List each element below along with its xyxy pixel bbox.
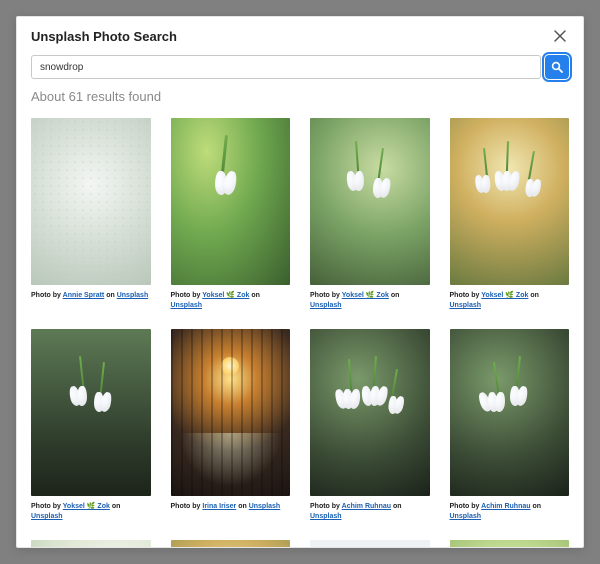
result-thumbnail[interactable] bbox=[310, 118, 430, 285]
source-link[interactable]: Unsplash bbox=[31, 513, 63, 520]
source-link[interactable]: Unsplash bbox=[171, 302, 203, 309]
credit-on: on bbox=[391, 503, 402, 510]
results-grid: Photo by Annie Spratt on UnsplashPhoto b… bbox=[31, 118, 569, 547]
credit-prefix: Photo by bbox=[171, 503, 203, 510]
credit-prefix: Photo by bbox=[310, 292, 342, 299]
author-link[interactable]: Irina Iriser bbox=[202, 503, 236, 510]
result-card bbox=[171, 540, 291, 547]
credit-on: on bbox=[104, 292, 116, 299]
close-icon bbox=[553, 29, 567, 43]
result-card: Photo by Yoksel 🌿 Zok on Unsplash bbox=[171, 118, 291, 311]
result-thumbnail[interactable] bbox=[171, 329, 291, 496]
results-scroll[interactable]: About 61 results found Photo by Annie Sp… bbox=[17, 89, 583, 547]
author-link[interactable]: Annie Spratt bbox=[63, 292, 105, 299]
result-card bbox=[31, 540, 151, 547]
result-card: Photo by Yoksel 🌿 Zok on Unsplash bbox=[450, 118, 570, 311]
source-link[interactable]: Unsplash bbox=[450, 302, 482, 309]
credit-on: on bbox=[236, 503, 248, 510]
result-thumbnail[interactable] bbox=[450, 540, 570, 547]
dialog-title: Unsplash Photo Search bbox=[31, 29, 177, 44]
credit-prefix: Photo by bbox=[450, 292, 482, 299]
results-heading: About 61 results found bbox=[31, 89, 569, 104]
search-row bbox=[17, 51, 583, 89]
result-thumbnail[interactable] bbox=[31, 540, 151, 547]
search-button[interactable] bbox=[545, 55, 569, 79]
credit-on: on bbox=[249, 292, 260, 299]
result-card: Photo by Irina Iriser on Unsplash bbox=[171, 329, 291, 522]
source-link[interactable]: Unsplash bbox=[450, 513, 482, 520]
photo-search-dialog: Unsplash Photo Search About 61 results f… bbox=[16, 16, 584, 548]
source-link[interactable]: Unsplash bbox=[249, 503, 281, 510]
search-input[interactable] bbox=[31, 55, 541, 79]
result-thumbnail[interactable] bbox=[171, 118, 291, 285]
author-link[interactable]: Achim Ruhnau bbox=[481, 503, 530, 510]
photo-credit: Photo by Yoksel 🌿 Zok on Unsplash bbox=[310, 291, 430, 311]
photo-credit: Photo by Yoksel 🌿 Zok on Unsplash bbox=[171, 291, 291, 311]
author-link[interactable]: Yoksel 🌿 Zok bbox=[202, 292, 249, 299]
credit-on: on bbox=[110, 503, 121, 510]
photo-credit: Photo by Yoksel 🌿 Zok on Unsplash bbox=[31, 502, 151, 522]
result-thumbnail[interactable] bbox=[310, 540, 430, 547]
author-link[interactable]: Yoksel 🌿 Zok bbox=[342, 292, 389, 299]
credit-prefix: Photo by bbox=[310, 503, 342, 510]
source-link[interactable]: Unsplash bbox=[117, 292, 149, 299]
result-card: Photo by Yoksel 🌿 Zok on Unsplash bbox=[31, 329, 151, 522]
dialog-header: Unsplash Photo Search bbox=[17, 17, 583, 51]
source-link[interactable]: Unsplash bbox=[310, 302, 342, 309]
result-card: Photo by Annie Spratt on Unsplash bbox=[31, 118, 151, 311]
close-button[interactable] bbox=[551, 27, 569, 45]
result-thumbnail[interactable] bbox=[31, 118, 151, 285]
result-thumbnail[interactable] bbox=[171, 540, 291, 547]
result-card: Photo by Achim Ruhnau on Unsplash bbox=[310, 329, 430, 522]
result-card bbox=[310, 540, 430, 547]
result-thumbnail[interactable] bbox=[31, 329, 151, 496]
result-card bbox=[450, 540, 570, 547]
result-thumbnail[interactable] bbox=[310, 329, 430, 496]
credit-on: on bbox=[528, 292, 539, 299]
photo-credit: Photo by Irina Iriser on Unsplash bbox=[171, 502, 291, 512]
author-link[interactable]: Achim Ruhnau bbox=[342, 503, 391, 510]
credit-on: on bbox=[531, 503, 542, 510]
result-thumbnail[interactable] bbox=[450, 329, 570, 496]
credit-prefix: Photo by bbox=[31, 503, 63, 510]
photo-credit: Photo by Yoksel 🌿 Zok on Unsplash bbox=[450, 291, 570, 311]
result-thumbnail[interactable] bbox=[450, 118, 570, 285]
photo-credit: Photo by Achim Ruhnau on Unsplash bbox=[450, 502, 570, 522]
result-card: Photo by Yoksel 🌿 Zok on Unsplash bbox=[310, 118, 430, 311]
photo-credit: Photo by Achim Ruhnau on Unsplash bbox=[310, 502, 430, 522]
credit-prefix: Photo by bbox=[450, 503, 482, 510]
author-link[interactable]: Yoksel 🌿 Zok bbox=[63, 503, 110, 510]
credit-prefix: Photo by bbox=[31, 292, 63, 299]
search-icon bbox=[551, 61, 563, 73]
photo-credit: Photo by Annie Spratt on Unsplash bbox=[31, 291, 151, 301]
result-card: Photo by Achim Ruhnau on Unsplash bbox=[450, 329, 570, 522]
author-link[interactable]: Yoksel 🌿 Zok bbox=[481, 292, 528, 299]
credit-prefix: Photo by bbox=[171, 292, 203, 299]
credit-on: on bbox=[389, 292, 400, 299]
source-link[interactable]: Unsplash bbox=[310, 513, 342, 520]
